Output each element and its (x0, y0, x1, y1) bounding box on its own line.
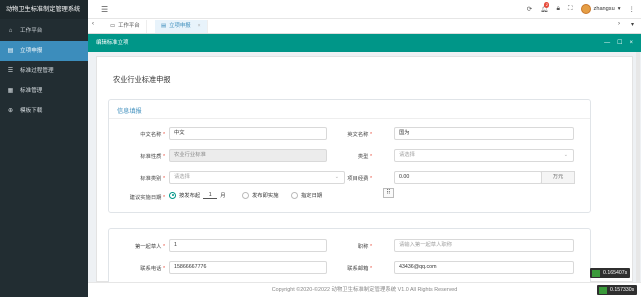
sidebar-item-standard-management[interactable]: ▦ 标准管理 (0, 81, 88, 101)
form-panel: 农业行业标准申报 信息填报 中文名称 * 中文 英文名称 * 国为 标准性质 *… (96, 56, 633, 282)
table-icon: ▦ (7, 88, 14, 94)
date-picker-icon[interactable]: ⠿ (383, 188, 394, 198)
top-bar: ☰ ⟳ 🔔︎ 2 🔒︎ ⛶ zhangsu ▾ ⋮ (88, 0, 641, 19)
sidebar-item-label: 立项申报 (20, 48, 43, 54)
caret-down-icon: ▾ (617, 6, 621, 12)
en-name-label: 英文名称 * (347, 132, 372, 138)
fullscreen-icon[interactable]: ⛶ (568, 5, 573, 13)
perf-indicator: 0.165407s (590, 268, 631, 278)
radio-checked-icon (169, 191, 176, 199)
sidebar-item-project-application[interactable]: ▤ 立项申报 (0, 41, 88, 61)
refresh-icon[interactable]: ⟳ (527, 5, 532, 13)
title-input[interactable]: 请输入第一起草人职称 (394, 239, 574, 252)
radio-immediate[interactable]: 发布即实施 (242, 191, 279, 199)
close-icon[interactable]: × (198, 20, 201, 33)
divider (109, 118, 590, 119)
sidebar-item-process-management[interactable]: ☰ 标准过程管理 (0, 61, 88, 81)
notification-icon[interactable]: 🔔︎ 2 (540, 2, 550, 13)
info-card: 信息填报 中文名称 * 中文 英文名称 * 国为 标准性质 * 农业行业标准 类… (108, 99, 591, 213)
type-label: 类型 * (357, 154, 372, 160)
scrollbar[interactable] (636, 52, 640, 282)
tab-menu-icon[interactable]: ▾ (631, 21, 634, 28)
chevron-down-icon: ⌄ (563, 152, 568, 158)
en-name-input[interactable]: 国为 (394, 127, 574, 140)
radio-icon (242, 191, 249, 199)
sidebar-menu: ⌂ 工作平台 ▤ 立项申报 ☰ 标准过程管理 ▦ 标准管理 ⊕ 模板下载 (0, 21, 88, 121)
tab-label: 工作平台 (118, 23, 140, 29)
monitor-icon: ▭ (110, 23, 116, 29)
budget-input[interactable]: 0.00 (394, 171, 542, 184)
email-input[interactable]: 43436@qq.com (394, 261, 574, 274)
tab-project-application[interactable]: ▤ 立项申报 × (155, 20, 208, 33)
months-input: 1 (203, 192, 218, 199)
category-label: 标准类别 * (140, 176, 165, 182)
cn-name-label: 中文名称 * (140, 132, 165, 138)
dialog-body: 农业行业标准申报 信息填报 中文名称 * 中文 英文名称 * 国为 标准性质 *… (88, 52, 641, 282)
app-title: 动物卫生标准制定管理系统 (0, 0, 88, 19)
sidebar-item-label: 模板下载 (20, 108, 43, 114)
user-menu[interactable]: zhangsu ▾ (580, 4, 621, 14)
notification-badge: 2 (544, 2, 550, 8)
phone-label: 联系电话 * (140, 266, 165, 272)
sidebar-item-template-download[interactable]: ⊕ 模板下载 (0, 101, 88, 121)
budget-unit: 万元 (541, 171, 575, 184)
dialog-header: 编辑标准立项 — ☐ × (88, 34, 641, 52)
drafter-label: 第一起草人 * (134, 244, 165, 250)
tab-bar: ‹ ▭ 工作平台 ▤ 立项申报 × › ▾ (88, 19, 641, 34)
sidebar-item-label: 标准过程管理 (20, 68, 54, 74)
date-label: 建议实施日期 * (129, 195, 165, 201)
avatar (580, 4, 591, 14)
download-icon: ⊕ (7, 108, 14, 114)
sidebar-item-workbench[interactable]: ⌂ 工作平台 (0, 21, 88, 41)
sidebar: 动物卫生标准制定管理系统 ⌂ 工作平台 ▤ 立项申报 ☰ 标准过程管理 ▦ 标准… (0, 0, 88, 297)
home-icon: ⌂ (8, 28, 13, 34)
tab-scroll-left-icon[interactable]: ‹ (92, 21, 94, 27)
type-select[interactable]: 请选择 ⌄ (394, 149, 574, 162)
drafter-card: 第一起草人 * 1 职称 * 请输入第一起草人职称 联系电话 * 1586666… (108, 228, 591, 282)
list-icon: ☰ (7, 68, 14, 74)
top-tools: ⟳ 🔔︎ 2 🔒︎ ⛶ zhangsu ▾ ⋮ (527, 2, 636, 14)
tab-label: 立项申报 (169, 23, 191, 29)
document-icon: ▤ (7, 48, 14, 54)
dialog-controls: — ☐ × (604, 34, 633, 52)
radio-specified-date[interactable]: 指定日期 (291, 191, 322, 199)
dialog-title: 编辑标准立项 (96, 40, 129, 46)
email-label: 联系邮箱 * (347, 266, 372, 272)
tab-scroll-right-icon[interactable]: › (618, 21, 620, 27)
nature-label: 标准性质 * (140, 154, 165, 160)
budget-label: 项目经费 * (347, 176, 372, 182)
minimize-icon[interactable]: — (604, 34, 610, 52)
footer: Copyright ©2020-©2022 动物卫生标准制定管理系统 V1.0 … (88, 282, 641, 297)
title-label: 职称 * (357, 244, 372, 250)
perf-indicator: 0.157330s (597, 285, 638, 295)
section-title: 信息填报 (117, 108, 142, 115)
more-icon[interactable]: ⋮ (629, 5, 636, 13)
close-icon[interactable]: × (629, 34, 633, 52)
menu-toggle-icon[interactable]: ☰ (101, 5, 108, 14)
sidebar-item-label: 工作平台 (20, 28, 43, 34)
tab-workbench[interactable]: ▭ 工作平台 (104, 20, 147, 33)
username: zhangsu (593, 6, 615, 12)
sidebar-item-label: 标准管理 (20, 88, 43, 94)
radio-after-publish[interactable]: 按发布起 1 月 (169, 191, 226, 199)
lock-icon[interactable]: 🔒︎ (557, 5, 560, 13)
document-icon: ▤ (161, 23, 167, 29)
radio-icon (291, 191, 298, 199)
form-heading: 农业行业标准申报 (113, 75, 171, 84)
maximize-icon[interactable]: ☐ (617, 34, 622, 52)
